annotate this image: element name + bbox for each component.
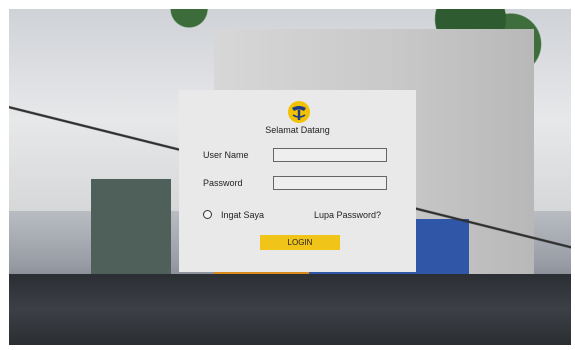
pupr-logo-icon bbox=[288, 101, 310, 123]
remember-me-radio[interactable] bbox=[203, 210, 212, 219]
welcome-title: Selamat Datang bbox=[265, 125, 330, 135]
username-input[interactable] bbox=[273, 148, 387, 162]
remember-me-label[interactable]: Ingat Saya bbox=[221, 210, 264, 220]
password-label: Password bbox=[203, 178, 243, 188]
login-button[interactable]: LOGIN bbox=[260, 235, 340, 250]
forgot-password-link[interactable]: Lupa Password? bbox=[314, 210, 381, 220]
username-label: User Name bbox=[203, 150, 249, 160]
password-input[interactable] bbox=[273, 176, 387, 190]
